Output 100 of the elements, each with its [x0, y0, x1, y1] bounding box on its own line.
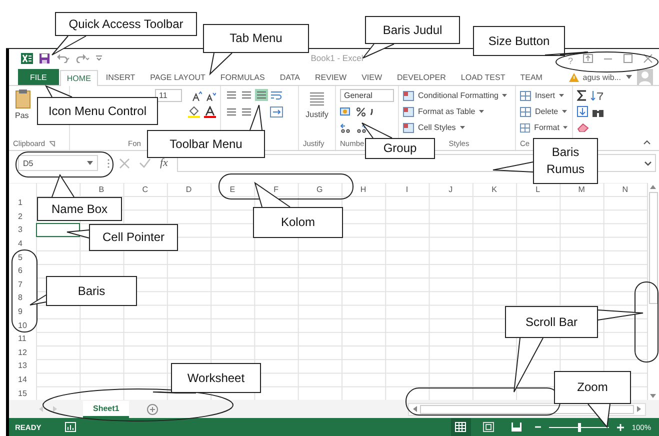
account-name[interactable]: agus wib... [582, 72, 621, 82]
row-header[interactable]: 14 [9, 372, 36, 386]
percent-icon[interactable] [356, 106, 366, 116]
maximize-icon[interactable] [623, 54, 633, 62]
justify-icon[interactable] [309, 91, 325, 107]
dialog-launcher-icon[interactable] [49, 140, 56, 146]
ribbon-tab[interactable]: VIEW [354, 69, 390, 85]
alignment-icon[interactable] [255, 89, 268, 101]
ribbon-tab[interactable]: REVIEW [308, 69, 354, 85]
row-header[interactable]: 3 [9, 223, 36, 237]
alignment-icon[interactable] [225, 106, 238, 118]
caret-icon[interactable] [559, 94, 564, 97]
caret-icon[interactable] [87, 161, 93, 165]
caret-icon[interactable] [563, 126, 568, 129]
macro-record-icon[interactable] [65, 422, 76, 432]
caret-icon[interactable] [479, 110, 484, 113]
clipboard-icon[interactable] [15, 89, 31, 109]
ribbon-tab[interactable]: LOAD TEST [454, 69, 512, 85]
name-box[interactable]: D5 [18, 155, 98, 171]
cell-pointer[interactable] [36, 223, 80, 237]
alignment-icon[interactable] [240, 106, 253, 118]
fill-color-icon[interactable] [188, 106, 200, 118]
collapse-ribbon-icon[interactable] [643, 140, 651, 145]
merge-cells-icon[interactable] [270, 106, 283, 118]
alignment-icon[interactable] [225, 89, 238, 101]
row-header[interactable]: 13 [9, 359, 36, 373]
zoom-in-icon[interactable] [616, 424, 624, 430]
zoom-slider-thumb[interactable] [578, 422, 581, 432]
column-header[interactable]: L [516, 183, 560, 196]
cells-menu-button[interactable]: Delete [535, 107, 558, 116]
comma-style-icon[interactable] [370, 108, 374, 114]
shrink-font-icon[interactable] [206, 90, 216, 100]
row-header[interactable]: 4 [9, 236, 36, 250]
column-header[interactable]: C [123, 183, 167, 196]
column-header[interactable]: N [603, 183, 647, 196]
scroll-left-icon[interactable] [413, 406, 417, 412]
styles-menu-button[interactable]: Format as Table [418, 107, 476, 116]
fill-down-icon[interactable] [577, 106, 588, 117]
alignment-icon[interactable] [240, 89, 253, 101]
page-break-icon[interactable] [511, 422, 522, 432]
cells-menu-button[interactable]: Format [534, 123, 560, 132]
ribbon-tab[interactable]: FORMULAS [213, 69, 272, 85]
redo-icon[interactable] [76, 53, 90, 63]
scroll-thumb[interactable] [420, 404, 634, 414]
ribbon-tab[interactable]: FILE [18, 69, 59, 85]
ribbon-tab[interactable]: DEVELOPER [390, 69, 453, 85]
caret-icon[interactable] [562, 110, 568, 113]
customize-caret-icon[interactable] [96, 55, 102, 61]
currency-icon[interactable] [340, 106, 352, 116]
caret-icon[interactable] [626, 75, 632, 79]
save-icon[interactable] [39, 52, 50, 64]
ribbon-tab[interactable]: PAGE LAYOUT [143, 69, 212, 85]
scroll-down-icon[interactable] [650, 394, 656, 398]
grid-icon[interactable] [455, 422, 466, 432]
close-icon[interactable] [643, 54, 653, 62]
page-icon[interactable] [483, 422, 494, 432]
decrease-decimal-icon[interactable] [356, 122, 368, 132]
ribbon-tab[interactable]: DATA [272, 69, 307, 85]
scroll-thumb[interactable] [648, 192, 658, 304]
autosum-icon[interactable] [577, 90, 587, 101]
column-header[interactable]: E [210, 183, 254, 196]
styles-menu-button[interactable]: Cell Styles [418, 123, 456, 132]
scroll-up-icon[interactable] [650, 185, 656, 189]
row-header[interactable]: 15 [9, 386, 36, 400]
sort-filter-icon[interactable] [591, 90, 603, 101]
column-header[interactable]: G [298, 183, 342, 196]
eraser-icon[interactable] [577, 123, 589, 132]
column-header[interactable]: M [560, 183, 604, 196]
column-header[interactable]: D [166, 183, 211, 196]
vertical-scrollbar[interactable] [647, 183, 658, 400]
wrap-text-icon[interactable] [270, 89, 283, 101]
ribbon-tab[interactable]: HOME [60, 70, 98, 86]
caret-icon[interactable] [502, 94, 508, 97]
column-header[interactable]: J [428, 183, 472, 196]
scroll-right-icon[interactable] [637, 406, 641, 412]
font-color-icon[interactable] [204, 106, 216, 118]
justify-button[interactable]: Justify [306, 110, 328, 119]
expand-icon[interactable] [644, 160, 652, 166]
column-header[interactable]: F [254, 183, 298, 196]
ribbon-display-icon[interactable] [583, 54, 593, 62]
column-header[interactable]: H [341, 183, 386, 196]
normal-view-button[interactable] [450, 418, 471, 436]
zoom-out-icon[interactable] [534, 424, 541, 430]
number-format-dropdown[interactable]: General [340, 89, 394, 102]
increase-decimal-icon[interactable] [340, 122, 352, 132]
undo-icon[interactable] [56, 53, 70, 63]
column-header[interactable]: K [472, 183, 516, 196]
avatar-silhouette-icon[interactable] [637, 69, 653, 85]
sheet-tab[interactable]: Sheet1 [83, 400, 130, 418]
paste-label[interactable]: Pas [15, 111, 29, 120]
caret-icon[interactable] [460, 126, 465, 129]
styles-menu-button[interactable]: Conditional Formatting [418, 91, 498, 100]
grow-font-icon[interactable] [192, 90, 202, 100]
ribbon-tab[interactable]: TEAM [513, 69, 550, 85]
add-sheet-icon[interactable] [147, 404, 158, 414]
column-header[interactable]: B [80, 183, 124, 196]
insert-function-button[interactable]: fx [160, 157, 168, 169]
column-header[interactable]: I [385, 183, 429, 196]
cells-menu-button[interactable]: Insert [535, 91, 556, 100]
ribbon-tab[interactable]: INSERT [98, 69, 142, 85]
